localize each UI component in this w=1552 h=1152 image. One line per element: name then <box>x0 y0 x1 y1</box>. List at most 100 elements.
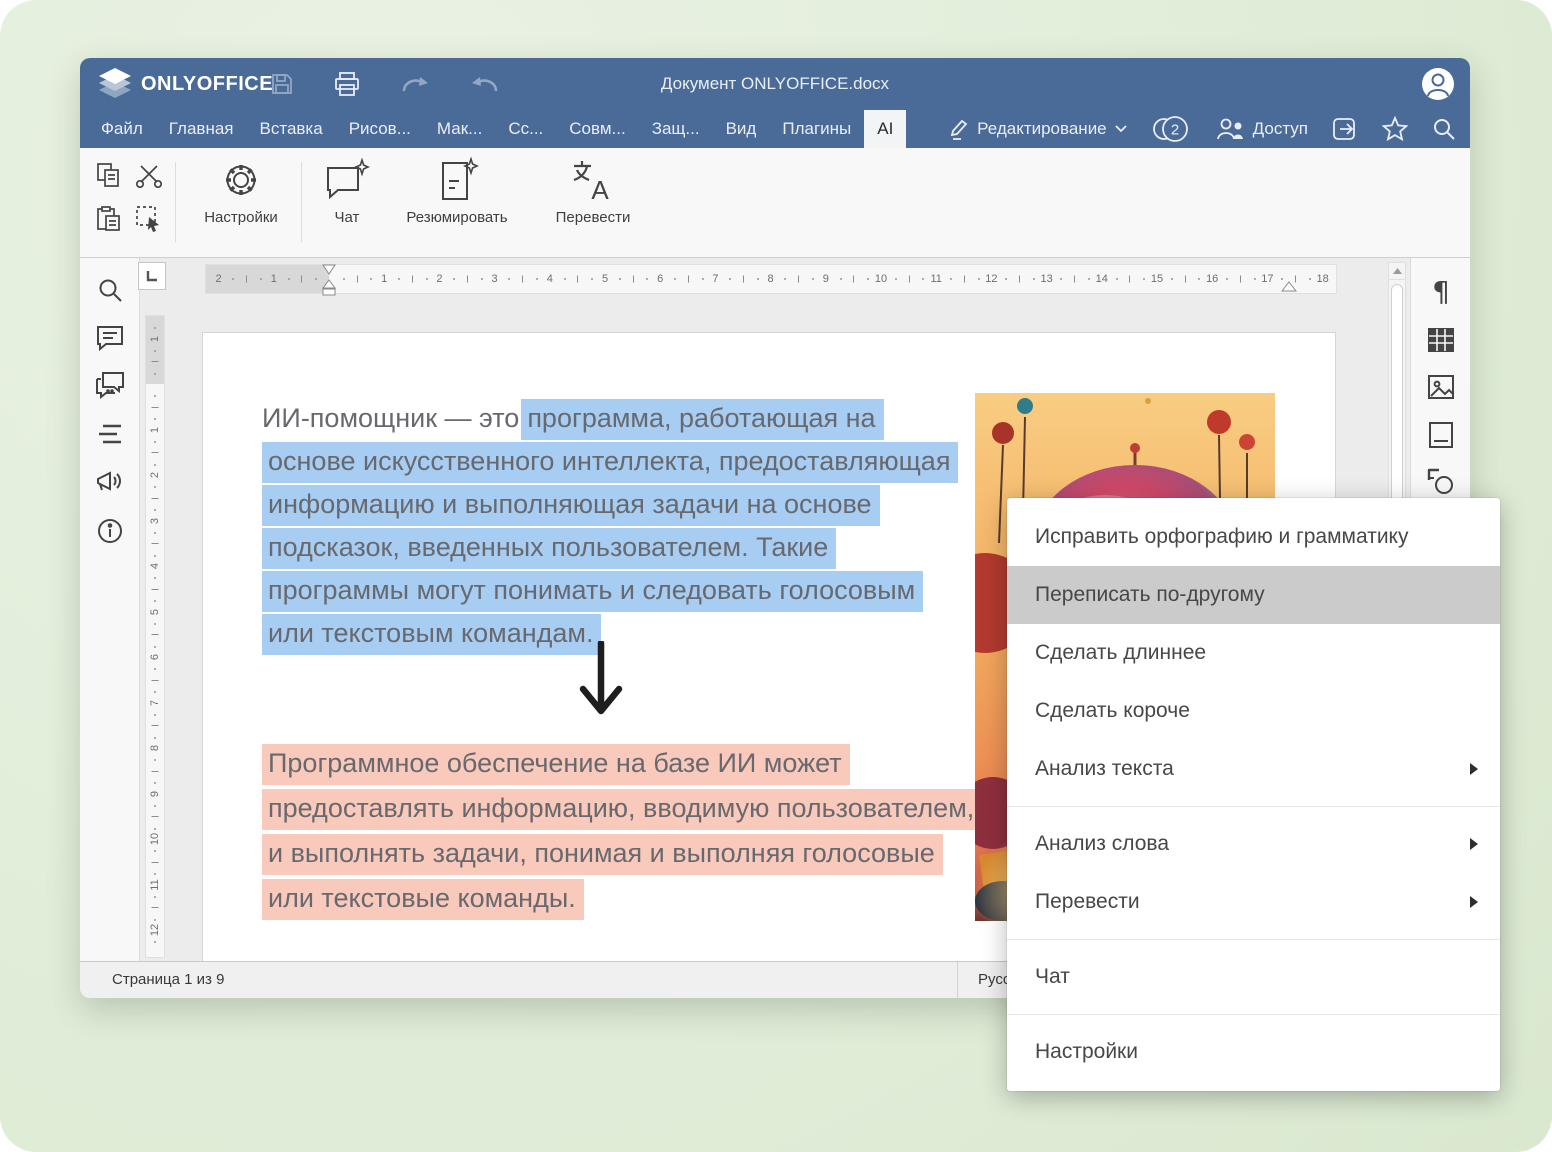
tab-layout[interactable]: Мак... <box>424 110 495 148</box>
highlighted-text: информацию и выполняющая задачи на основ… <box>262 485 880 526</box>
document-text-line[interactable]: и выполнять задачи, понимая и выполняя г… <box>262 832 982 877</box>
document-text-line[interactable]: программы могут понимать и следовать гол… <box>262 570 958 613</box>
copy-button[interactable] <box>94 160 124 190</box>
statusbar-divider <box>957 962 958 998</box>
left-sidebar <box>80 258 140 961</box>
logo-text: ONLYOFFICE <box>141 73 273 96</box>
save-icon[interactable] <box>270 72 294 96</box>
tab-insert[interactable]: Вставка <box>247 110 336 148</box>
menu-item-label: Настройки <box>1035 1040 1138 1063</box>
print-icon[interactable] <box>334 71 360 97</box>
summarize-button[interactable]: Резюмировать <box>392 158 522 226</box>
plain-text: ИИ-помощник — это <box>262 399 521 440</box>
cut-button[interactable] <box>134 160 164 190</box>
document-text-line[interactable]: предоставлять информацию, вводимую польз… <box>262 787 982 832</box>
tab-references[interactable]: Сс... <box>495 110 556 148</box>
navigation-icon <box>97 423 123 445</box>
tab-protection[interactable]: Защ... <box>639 110 713 148</box>
header-right-actions: Редактирование 2 <box>945 110 1456 148</box>
menu-item-chat[interactable]: Чат <box>1007 948 1500 1006</box>
collaborators-icon: 2 <box>1151 114 1191 144</box>
ai-chat-button[interactable]: Чат <box>312 158 382 226</box>
about-sidebar-button[interactable] <box>94 515 126 547</box>
menu-item-translate[interactable]: Перевести <box>1007 873 1500 931</box>
tab-home[interactable]: Главная <box>156 110 247 148</box>
titlebar: ONLYOFFICE Документ ONLYOFFICE.docx <box>80 58 1470 110</box>
ai-toolbar: Настройки Чат Рез <box>80 148 1470 258</box>
document-text-line[interactable]: подсказок, введенных пользователем. Таки… <box>262 527 958 570</box>
page-indicator[interactable]: Страница 1 из 9 <box>112 962 224 998</box>
scroll-up-button[interactable] <box>1389 263 1405 280</box>
menu-item-label: Чат <box>1035 965 1070 988</box>
paragraph-settings-button[interactable]: ¶ <box>1425 276 1457 308</box>
settings-button[interactable]: Настройки <box>188 158 294 226</box>
feedback-sidebar-button[interactable] <box>94 466 126 498</box>
highlighted-text: программы могут понимать и следовать гол… <box>262 571 923 612</box>
menu-item-rewrite-differently[interactable]: Переписать по-другому <box>1007 566 1500 624</box>
editing-mode-label: Редактирование <box>977 119 1107 139</box>
paragraph-mark-icon: ¶ <box>1429 278 1453 306</box>
shape-settings-button[interactable] <box>1425 466 1457 498</box>
menu-item-settings[interactable]: Настройки <box>1007 1023 1500 1081</box>
navigation-sidebar-button[interactable] <box>94 418 126 450</box>
document-text-line[interactable]: или текстовые команды. <box>262 877 982 922</box>
menu-item-text-analysis[interactable]: Анализ текста <box>1007 740 1500 798</box>
header-footer-settings-button[interactable] <box>1425 419 1457 451</box>
document-text-line[interactable]: информацию и выполняющая задачи на основ… <box>262 484 958 527</box>
highlighted-text: программа, работающая на <box>521 399 883 440</box>
tab-plugins[interactable]: Плагины <box>769 110 864 148</box>
avatar[interactable] <box>1422 68 1454 100</box>
settings-label: Настройки <box>204 209 278 226</box>
ai-chat-label: Чат <box>335 209 360 226</box>
comments-sidebar-button[interactable] <box>94 322 126 354</box>
menu-item-word-analysis[interactable]: Анализ слова <box>1007 815 1500 873</box>
tab-ai[interactable]: AI <box>864 110 906 148</box>
copy-icon <box>96 162 122 188</box>
table-icon <box>1427 327 1455 353</box>
cut-icon <box>135 162 163 188</box>
editing-mode-button[interactable]: Редактирование <box>945 118 1127 140</box>
header-footer-icon <box>1428 421 1454 449</box>
table-settings-button[interactable] <box>1425 324 1457 356</box>
down-arrow-shape <box>577 641 625 723</box>
ai-context-menu: Исправить орфографию и грамматику Перепис… <box>1007 498 1500 1091</box>
feedback-icon <box>95 469 125 495</box>
menu-item-label: Сделать длиннее <box>1035 641 1206 664</box>
undo-icon[interactable] <box>470 72 500 96</box>
translate-icon: A <box>570 157 616 203</box>
header-search-icon[interactable] <box>1432 117 1456 141</box>
menu-item-make-longer[interactable]: Сделать длиннее <box>1007 624 1500 682</box>
menu-divider <box>1007 939 1500 940</box>
tab-view[interactable]: Вид <box>713 110 770 148</box>
document-text-line[interactable]: Программное обеспечение на базе ИИ может <box>262 742 982 787</box>
select-all-button[interactable] <box>134 204 164 234</box>
menu-divider <box>1007 806 1500 807</box>
search-sidebar-button[interactable] <box>94 274 126 306</box>
favorite-star-icon[interactable] <box>1382 116 1408 142</box>
chat-bubble-sparkle-icon <box>324 158 370 202</box>
image-settings-button[interactable] <box>1425 371 1457 403</box>
redo-icon[interactable] <box>400 72 430 96</box>
menu-divider <box>1007 1014 1500 1015</box>
share-icon[interactable] <box>1332 117 1358 141</box>
menu-item-label: Анализ текста <box>1035 757 1174 780</box>
collaborators-badge[interactable]: 2 <box>1151 114 1191 144</box>
paste-icon <box>96 206 122 232</box>
access-button[interactable]: Доступ <box>1215 117 1308 141</box>
document-text-line[interactable]: основе искусственного интеллекта, предос… <box>262 441 958 484</box>
translate-button[interactable]: A Перевести <box>538 158 648 226</box>
tab-draw[interactable]: Рисов... <box>336 110 424 148</box>
paste-button[interactable] <box>94 204 124 234</box>
menu-item-make-shorter[interactable]: Сделать короче <box>1007 682 1500 740</box>
highlighted-text: или текстовые команды. <box>262 879 584 920</box>
document-text-line[interactable]: ИИ-помощник — это программа, работающая … <box>262 398 958 441</box>
menu-item-label: Переписать по-другому <box>1035 583 1265 606</box>
tab-file[interactable]: Файл <box>88 110 156 148</box>
tab-collaboration[interactable]: Совм... <box>556 110 638 148</box>
shapes-icon <box>1427 468 1455 496</box>
menu-item-fix-spelling-grammar[interactable]: Исправить орфографию и грамматику <box>1007 508 1500 566</box>
highlighted-text: и выполнять задачи, понимая и выполняя г… <box>262 834 943 875</box>
translate-label: Перевести <box>556 209 631 226</box>
about-icon <box>97 518 123 544</box>
chat-sidebar-button[interactable] <box>94 369 126 401</box>
